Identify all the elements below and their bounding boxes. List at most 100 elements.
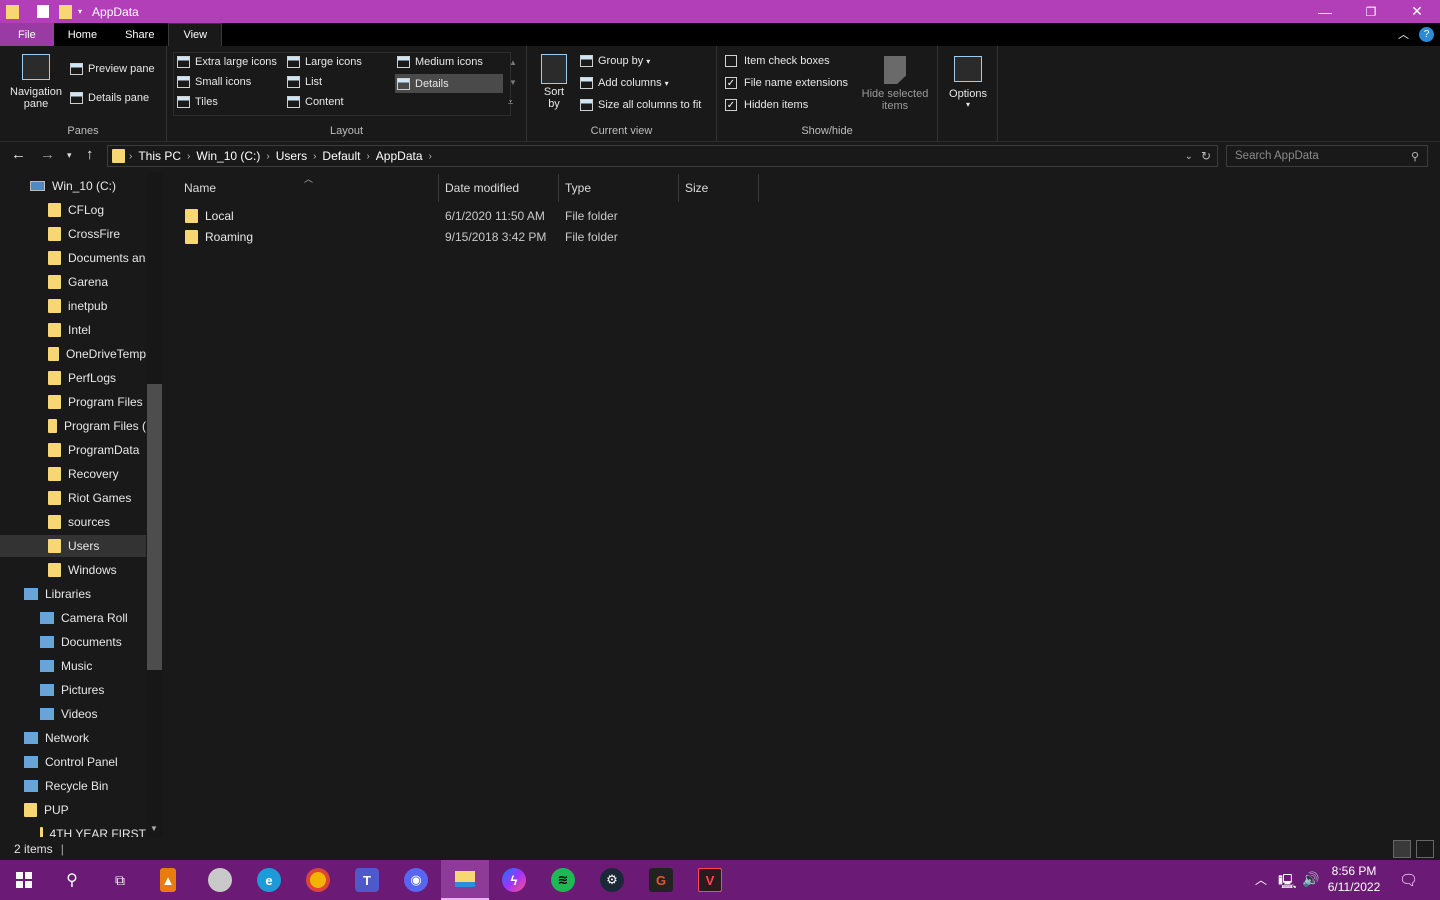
chevron-right-icon[interactable]: › [313, 151, 316, 162]
nav-item[interactable]: Recycle Bin [0, 775, 146, 797]
nav-item[interactable]: Program Files ( [0, 415, 146, 437]
nav-item[interactable]: OneDriveTemp [0, 343, 146, 365]
column-header-size[interactable]: Size [679, 174, 759, 202]
vlc-app[interactable]: ▲ [144, 860, 192, 900]
chevron-right-icon[interactable]: › [366, 151, 369, 162]
search-taskbar-button[interactable]: ⚲ [48, 860, 96, 900]
address-dropdown-icon[interactable]: ⌄ [1185, 151, 1193, 162]
messenger-app[interactable]: ϟ [490, 860, 538, 900]
table-row[interactable]: Roaming 9/15/2018 3:42 PM File folder [179, 226, 759, 247]
nav-item[interactable]: CrossFire [0, 223, 146, 245]
details-pane-button[interactable]: Details pane [70, 92, 149, 104]
column-header-name[interactable]: Name [178, 174, 439, 202]
nav-item[interactable]: Camera Roll [0, 607, 146, 629]
tab-file[interactable]: File [0, 23, 54, 46]
layout-details[interactable]: Details [395, 74, 503, 93]
network-status-icon[interactable]: 🖳 [1278, 871, 1297, 895]
chevron-right-icon[interactable]: › [187, 151, 190, 162]
properties-icon[interactable] [37, 5, 49, 18]
layout-medium-icons[interactable]: Medium icons [397, 56, 483, 68]
layout-tiles[interactable]: Tiles [177, 96, 218, 108]
start-button[interactable] [0, 860, 48, 900]
layout-large-icons[interactable]: Large icons [287, 56, 362, 68]
layout-small-icons[interactable]: Small icons [177, 76, 251, 88]
chevron-right-icon[interactable]: › [429, 151, 432, 162]
checkbox-checked[interactable]: ✓ [725, 77, 737, 89]
breadcrumb-this-pc[interactable]: This PC [138, 149, 181, 163]
breadcrumb-users[interactable]: Users [276, 149, 307, 163]
hidden-items-toggle[interactable]: ✓ Hidden items [725, 99, 808, 111]
nav-item[interactable]: Pictures [0, 679, 146, 701]
nav-item[interactable]: PUP [0, 799, 146, 821]
large-icons-view-toggle-icon[interactable] [1416, 840, 1434, 858]
breadcrumb-appdata[interactable]: AppData [376, 149, 423, 163]
restore-button[interactable]: ❐ [1348, 0, 1394, 23]
preview-pane-button[interactable]: Preview pane [70, 63, 155, 75]
layout-list[interactable]: List [287, 76, 322, 88]
volume-icon[interactable]: 🔊 [1302, 871, 1319, 888]
nav-item[interactable]: Network [0, 727, 146, 749]
layout-content[interactable]: Content [287, 96, 344, 108]
chevron-right-icon[interactable]: › [129, 151, 132, 162]
nav-item[interactable]: 4TH YEAR FIRST [0, 823, 146, 837]
nav-item[interactable]: Garena [0, 271, 146, 293]
new-folder-icon[interactable] [59, 4, 72, 19]
breadcrumb-drive[interactable]: Win_10 (C:) [196, 149, 260, 163]
chevron-right-icon[interactable]: › [266, 151, 269, 162]
nav-item[interactable]: Intel [0, 319, 146, 341]
layout-scroll-up-icon[interactable]: ▲ [509, 58, 517, 67]
task-view-button[interactable]: ⧉ [96, 860, 144, 900]
breadcrumb-default[interactable]: Default [322, 149, 360, 163]
nav-item[interactable]: Riot Games [0, 487, 146, 509]
file-name-extensions-toggle[interactable]: ✓ File name extensions [725, 77, 848, 89]
chrome-app[interactable] [294, 860, 342, 900]
garena-app[interactable]: G [637, 860, 685, 900]
layout-extra-large-icons[interactable]: Extra large icons [177, 56, 277, 68]
discord-app[interactable]: ◉ [392, 860, 440, 900]
item-check-boxes-toggle[interactable]: Item check boxes [725, 55, 830, 67]
add-columns-button[interactable]: Add columns ▾ [580, 77, 669, 89]
nav-item[interactable]: Videos [0, 703, 146, 725]
layout-more-icon[interactable]: ⩡ [508, 97, 513, 108]
size-all-columns-button[interactable]: Size all columns to fit [580, 99, 701, 111]
layout-scroll-down-icon[interactable]: ▼ [509, 78, 517, 87]
system-clock[interactable]: 8:56 PM 6/11/2022 [1320, 863, 1388, 895]
group-by-button[interactable]: Group by ▾ [580, 55, 650, 67]
close-button[interactable]: ✕ [1394, 0, 1440, 23]
nav-item[interactable]: Documents [0, 631, 146, 653]
search-icon[interactable]: ⚲ [1411, 150, 1419, 163]
help-icon[interactable]: ? [1419, 26, 1434, 42]
nav-item[interactable]: Windows [0, 559, 146, 581]
navigation-pane-button[interactable]: Navigation pane [8, 54, 64, 110]
forward-arrow-icon[interactable]: → [40, 146, 55, 163]
tab-view[interactable]: View [168, 23, 223, 46]
details-view-toggle-icon[interactable] [1393, 840, 1411, 858]
file-explorer-app[interactable] [441, 860, 489, 900]
table-row[interactable]: Local 6/1/2020 11:50 AM File folder [179, 205, 759, 226]
nav-item[interactable]: Control Panel [0, 751, 146, 773]
nav-item[interactable]: inetpub [0, 295, 146, 317]
valorant-app[interactable]: V [686, 860, 734, 900]
up-arrow-icon[interactable]: ↑ [86, 146, 94, 163]
nav-item[interactable]: PerfLogs [0, 367, 146, 389]
taskbar-app[interactable] [196, 860, 244, 900]
hide-selected-items-button[interactable]: Hide selected items [857, 56, 933, 112]
column-header-type[interactable]: Type [559, 174, 679, 202]
nav-item[interactable]: Documents an [0, 247, 146, 269]
nav-item[interactable]: Recovery [0, 463, 146, 485]
steam-app[interactable]: ⚙ [588, 860, 636, 900]
checkbox-unchecked[interactable] [725, 55, 737, 67]
sort-by-button[interactable]: Sort by [539, 54, 569, 110]
show-hidden-icons-icon[interactable]: ︿ [1255, 871, 1267, 888]
nav-item[interactable]: CFLog [0, 199, 146, 221]
nav-scroll-down-icon[interactable]: ▼ [150, 824, 158, 833]
minimize-button[interactable]: — [1302, 0, 1348, 23]
back-arrow-icon[interactable]: ← [11, 146, 26, 163]
address-bar[interactable]: › This PC › Win_10 (C:) › Users › Defaul… [107, 145, 1218, 167]
nav-item[interactable]: sources [0, 511, 146, 533]
nav-item[interactable]: ProgramData [0, 439, 146, 461]
refresh-icon[interactable]: ↻ [1201, 149, 1211, 163]
options-button[interactable]: Options ▾ [944, 56, 992, 109]
column-header-date[interactable]: Date modified [439, 174, 559, 202]
quick-access-dropdown-icon[interactable]: ▾ [78, 7, 82, 16]
